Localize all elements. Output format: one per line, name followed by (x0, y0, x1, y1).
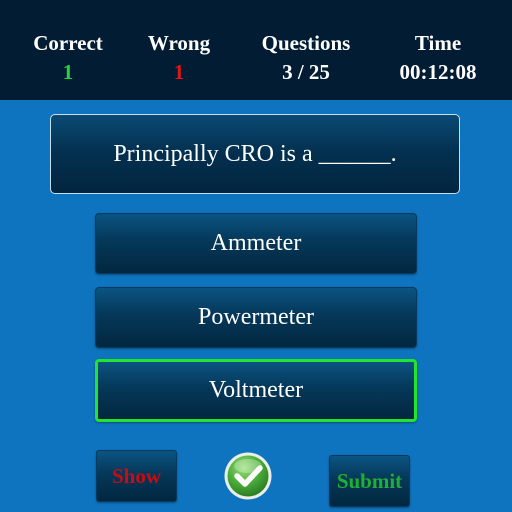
questions-label: Questions (261, 31, 351, 55)
option-label: Voltmeter (208, 377, 304, 403)
submit-button[interactable]: Submit (329, 455, 410, 507)
option-label: Ammeter (210, 230, 302, 256)
check-icon (224, 452, 272, 500)
wrong-stat: Wrong 1 (119, 30, 239, 85)
show-answer-button[interactable]: Show (96, 450, 177, 502)
wrong-label: Wrong (147, 31, 211, 55)
option-ammeter[interactable]: Ammeter (95, 213, 417, 274)
question-text: Principally CRO is a ______. (113, 140, 397, 167)
questions-stat: Questions 3 / 25 (246, 30, 366, 85)
time-value: 00:12:08 (399, 60, 477, 84)
check-button[interactable] (223, 451, 273, 501)
option-voltmeter-selected[interactable]: Voltmeter (95, 359, 417, 422)
correct-label: Correct (33, 31, 103, 55)
question-box: Principally CRO is a ______. (50, 114, 460, 194)
option-powermeter[interactable]: Powermeter (95, 287, 417, 348)
time-stat: Time 00:12:08 (378, 30, 498, 85)
wrong-count: 1 (173, 60, 185, 84)
option-label: Powermeter (198, 304, 314, 330)
questions-progress: 3 / 25 (282, 60, 330, 84)
time-label: Time (414, 31, 462, 55)
correct-count: 1 (62, 60, 74, 84)
correct-stat: Correct 1 (8, 30, 128, 85)
score-header: Correct 1 Wrong 1 Questions 3 / 25 Time … (0, 0, 512, 100)
show-label: Show (111, 463, 162, 488)
submit-label: Submit (336, 468, 403, 493)
